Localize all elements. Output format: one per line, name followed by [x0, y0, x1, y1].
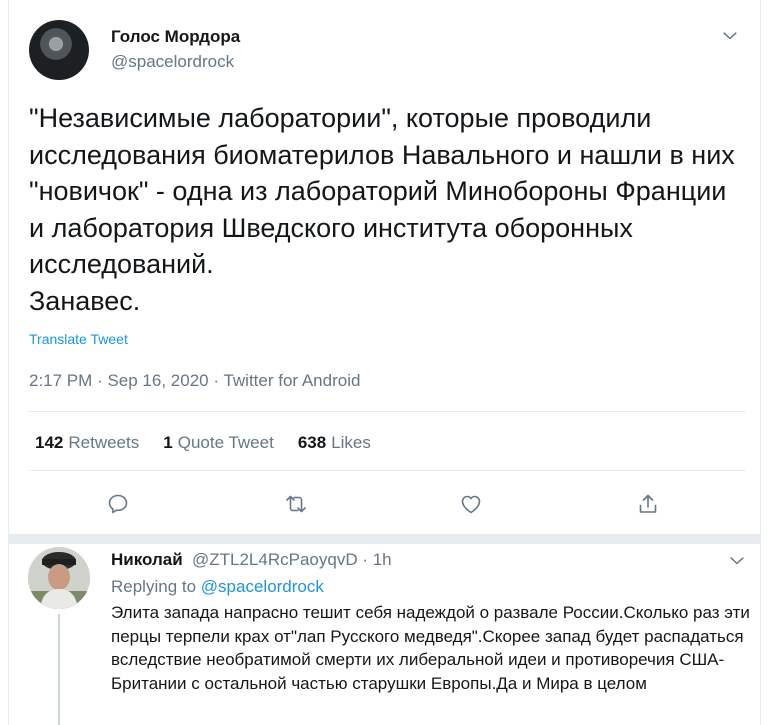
- reply-icon: [108, 494, 128, 514]
- retweets-label: Retweets: [68, 433, 140, 452]
- tweet-detail-panel: Голос Мордора @spacelordrock "Независимы…: [8, 0, 761, 725]
- retweets-count: 142: [35, 433, 64, 452]
- chevron-down-icon[interactable]: [727, 551, 747, 571]
- quotes-label: Quote Tweet: [177, 433, 274, 452]
- likes-count: 638: [297, 433, 327, 452]
- tweet-text: "Независимые лаборатории", которые прово…: [29, 103, 735, 316]
- share-button[interactable]: [631, 487, 665, 521]
- retweets-stat[interactable]: 142 Retweets: [35, 433, 139, 453]
- divider: [29, 470, 746, 471]
- tweet-source[interactable]: Twitter for Android: [223, 371, 360, 390]
- meta-separator: ·: [97, 371, 103, 390]
- replying-prefix: Replying to: [111, 577, 197, 596]
- likes-stat[interactable]: 638 Likes: [298, 433, 371, 453]
- retweet-icon: [286, 495, 306, 513]
- like-button[interactable]: [454, 487, 488, 521]
- quote-tweets-stat[interactable]: 1 Quote Tweet: [163, 433, 274, 453]
- tweet-actions: [9, 487, 760, 523]
- reply-text: Элита запада напрасно тешит себя надеждо…: [111, 603, 750, 693]
- reply-author-handle[interactable]: @ZTL2L4RcPaoyqvD · 1h: [192, 550, 392, 570]
- retweet-button[interactable]: [279, 487, 313, 521]
- tweet-meta: 2:17 PM · Sep 16, 2020 · Twitter for And…: [29, 371, 360, 391]
- reply-author-name[interactable]: Николай: [111, 550, 183, 570]
- section-divider: [9, 534, 760, 544]
- replying-to-link[interactable]: @spacelordrock: [201, 577, 324, 596]
- reply-button[interactable]: [101, 487, 135, 521]
- author-handle[interactable]: @spacelordrock: [111, 52, 234, 72]
- translate-tweet-link[interactable]: Translate Tweet: [29, 331, 128, 347]
- heart-icon: [461, 495, 481, 514]
- author-name[interactable]: Голос Мордора: [111, 27, 240, 47]
- likes-label: Likes: [331, 433, 371, 452]
- tweet-date[interactable]: Sep 16, 2020: [107, 371, 208, 390]
- share-icon: [639, 494, 657, 513]
- quotes-count: 1: [163, 433, 173, 452]
- tweet-stats: 142 Retweets 1 Quote Tweet 638 Likes: [35, 433, 371, 453]
- author-avatar[interactable]: [29, 20, 89, 80]
- divider: [29, 411, 746, 412]
- meta-separator: ·: [213, 371, 220, 390]
- tweet-time[interactable]: 2:17 PM: [29, 371, 92, 390]
- replying-to: Replying to @spacelordrock: [111, 577, 324, 597]
- thread-line: [58, 614, 60, 725]
- avatar-photo: [28, 547, 90, 609]
- chevron-down-icon[interactable]: [720, 26, 740, 46]
- reply-author-avatar[interactable]: [28, 547, 90, 609]
